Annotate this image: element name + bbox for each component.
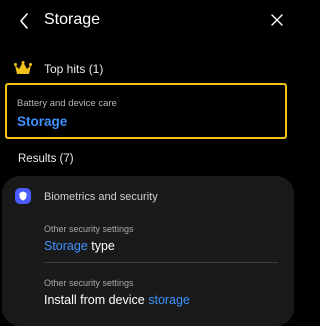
back-button[interactable] <box>12 9 36 33</box>
result-highlight: storage <box>148 293 190 307</box>
result-item-storage-type[interactable]: Other security settings Storage type <box>44 223 274 254</box>
top-hits-label: Top hits (1) <box>44 62 104 76</box>
close-icon <box>271 14 283 26</box>
result-title: Install from device storage <box>44 292 274 308</box>
page-title: Storage <box>44 11 101 28</box>
top-hits-header: Top hits (1) <box>0 58 297 80</box>
result-title-prefix: Install from device <box>44 293 149 307</box>
result-category: Other security settings <box>44 278 134 288</box>
result-title: Storage type <box>44 238 274 254</box>
results-label: Results (7) <box>18 153 74 165</box>
result-item-install-from-device-storage[interactable]: Other security settings Install from dev… <box>44 277 274 308</box>
result-title-rest: type <box>87 239 115 253</box>
shield-icon <box>15 188 31 204</box>
divider <box>44 262 278 263</box>
back-arrow-icon <box>20 13 28 29</box>
top-hit-category: Battery and device care <box>17 98 117 109</box>
top-hit-name: Storage <box>17 114 68 129</box>
top-hit-item-storage[interactable]: Battery and device care Storage <box>5 83 287 139</box>
result-category: Other security settings <box>44 224 134 234</box>
crown-icon <box>14 61 32 74</box>
close-button[interactable] <box>266 9 288 31</box>
result-highlight: Storage <box>44 239 88 253</box>
group-title: Biometrics and security <box>44 191 158 203</box>
app-header: Storage <box>0 0 297 42</box>
